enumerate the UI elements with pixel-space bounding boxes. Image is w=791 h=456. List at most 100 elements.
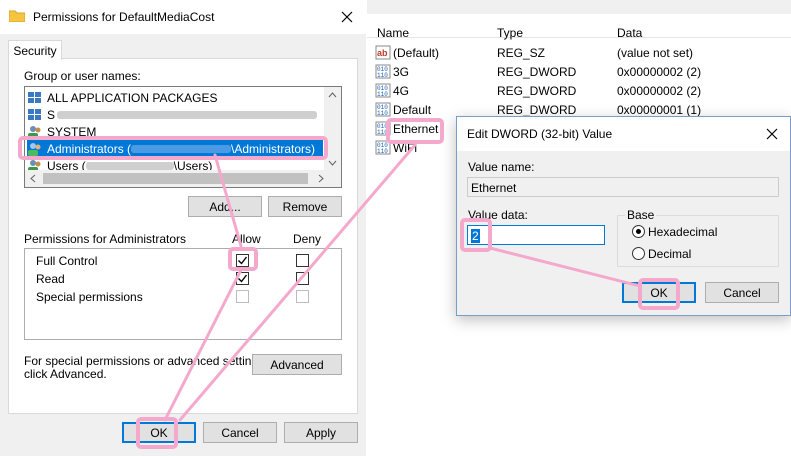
column-data[interactable]: Data	[617, 26, 642, 40]
group-label: Group or user names:	[24, 69, 141, 83]
value-name: Default	[393, 103, 432, 117]
user-listbox[interactable]: ALL APPLICATION PACKAGES S SYSTEM Admini…	[24, 86, 342, 188]
value-data-text: 2	[471, 229, 480, 243]
pane-top-border	[367, 0, 791, 14]
registry-row-4g[interactable]: 010 110 4G REG_DWORD 0x00000002 (2)	[367, 81, 791, 100]
registry-row-default-string[interactable]: ab (Default) REG_SZ (value not set)	[367, 43, 791, 62]
value-data: 0x00000002 (2)	[617, 84, 702, 98]
svg-text:ab: ab	[377, 48, 388, 58]
permission-full-control: Full Control	[36, 254, 98, 268]
dword-ok-button[interactable]: OK	[622, 282, 696, 303]
user-suffix: \Administrators)	[231, 141, 316, 156]
permissions-dialog: Permissions for DefaultMediaCost Securit…	[0, 0, 366, 456]
permissions-for-label: Permissions for Administrators	[24, 232, 187, 246]
column-headers: Name Type Data	[367, 14, 791, 40]
advanced-note-line2: click Advanced.	[24, 367, 107, 381]
value-data: 0x00000002 (2)	[617, 65, 702, 79]
value-type: REG_DWORD	[497, 84, 577, 98]
close-icon[interactable]	[763, 125, 781, 143]
user-name: S	[47, 107, 56, 122]
base-label: Base	[625, 208, 657, 222]
read-deny-checkbox[interactable]	[296, 272, 309, 285]
redacted-text	[131, 144, 232, 153]
permissions-table: Full Control Read Special permissions	[24, 248, 342, 340]
user-name: SYSTEM	[47, 124, 97, 139]
dword-titlebar: Edit DWORD (32-bit) Value	[457, 117, 790, 151]
permissions-titlebar: Permissions for DefaultMediaCost	[0, 0, 366, 34]
redacted-text	[85, 161, 174, 170]
value-type: REG_DWORD	[497, 103, 577, 117]
close-icon[interactable]	[338, 8, 356, 26]
svg-text:110: 110	[377, 129, 388, 136]
column-type[interactable]: Type	[497, 26, 523, 40]
value-name-text: Ethernet	[471, 181, 517, 195]
user-name: Administrators (	[47, 141, 132, 156]
full-control-allow-checkbox[interactable]	[236, 254, 249, 267]
list-item-all-app-packages[interactable]: ALL APPLICATION PACKAGES	[27, 89, 323, 106]
value-type: REG_SZ	[497, 46, 546, 60]
users-icon	[27, 142, 43, 156]
horizontal-scrollbar[interactable]	[25, 170, 341, 187]
string-value-icon: ab	[375, 45, 391, 60]
dword-cancel-button[interactable]: Cancel	[705, 282, 779, 303]
cancel-button[interactable]: Cancel	[203, 422, 277, 443]
allow-header: Allow	[232, 232, 261, 246]
value-name-label: Value name:	[468, 160, 535, 174]
users-icon	[27, 125, 43, 139]
user-name: ALL APPLICATION PACKAGES	[47, 90, 218, 105]
checkmark-icon	[238, 256, 248, 265]
dword-value-icon: 010110	[375, 102, 391, 117]
value-name: Ethernet	[393, 122, 439, 136]
list-item-sid[interactable]: S	[27, 106, 323, 123]
list-item-system[interactable]: SYSTEM	[27, 123, 323, 140]
value-name: 3G	[393, 65, 410, 79]
add-button[interactable]: Add...	[188, 196, 262, 217]
special-deny-checkbox	[296, 290, 309, 303]
vertical-scrollbar[interactable]	[324, 87, 341, 171]
folder-icon	[8, 9, 26, 23]
svg-text:110: 110	[377, 91, 388, 98]
ok-button[interactable]: OK	[122, 422, 196, 443]
read-allow-checkbox[interactable]	[236, 272, 249, 285]
group-icon	[27, 108, 43, 122]
redacted-text	[57, 110, 318, 119]
svg-text:110: 110	[377, 72, 388, 79]
dword-title: Edit DWORD (32-bit) Value	[467, 127, 613, 141]
checkmark-icon	[238, 274, 248, 283]
registry-row-3g[interactable]: 010 110 3G REG_DWORD 0x00000002 (2)	[367, 62, 791, 81]
column-name[interactable]: Name	[377, 26, 409, 40]
list-item-administrators[interactable]: Administrators ( \Administrators)	[27, 140, 323, 157]
value-data: 0x00000001 (1)	[617, 103, 702, 117]
permissions-title: Permissions for DefaultMediaCost	[33, 10, 215, 24]
decimal-radio[interactable]	[632, 247, 645, 260]
dword-value-icon: 010110	[375, 140, 391, 155]
permission-read: Read	[36, 272, 65, 286]
dword-value-icon: 010110	[375, 121, 391, 136]
value-data-label: Value data:	[468, 208, 528, 222]
edit-dword-dialog: Edit DWORD (32-bit) Value Value name: Et…	[456, 116, 791, 316]
full-control-deny-checkbox[interactable]	[296, 254, 309, 267]
value-name-field: Ethernet	[467, 177, 779, 197]
permission-special: Special permissions	[36, 290, 143, 304]
deny-header: Deny	[293, 232, 322, 246]
value-name: (Default)	[393, 46, 440, 60]
value-data: (value not set)	[617, 46, 694, 60]
value-name: 4G	[393, 84, 410, 98]
svg-text:110: 110	[377, 110, 388, 117]
group-icon	[27, 91, 43, 105]
tab-security[interactable]: Security	[8, 40, 62, 60]
dword-value-icon: 010110	[375, 64, 391, 79]
advanced-button[interactable]: Advanced	[252, 354, 342, 375]
svg-text:110: 110	[377, 148, 388, 155]
hexadecimal-label[interactable]: Hexadecimal	[648, 225, 717, 239]
hexadecimal-radio[interactable]	[632, 225, 645, 238]
advanced-note-line1: For special permissions or advanced sett…	[24, 354, 268, 368]
decimal-label[interactable]: Decimal	[648, 247, 691, 261]
apply-button[interactable]: Apply	[284, 422, 358, 443]
value-name: WiFi	[393, 141, 417, 155]
value-data-input[interactable]: 2	[467, 225, 605, 245]
value-type: REG_DWORD	[497, 65, 577, 79]
remove-button[interactable]: Remove	[268, 196, 342, 217]
dword-value-icon: 010110	[375, 83, 391, 98]
special-allow-checkbox	[236, 290, 249, 303]
